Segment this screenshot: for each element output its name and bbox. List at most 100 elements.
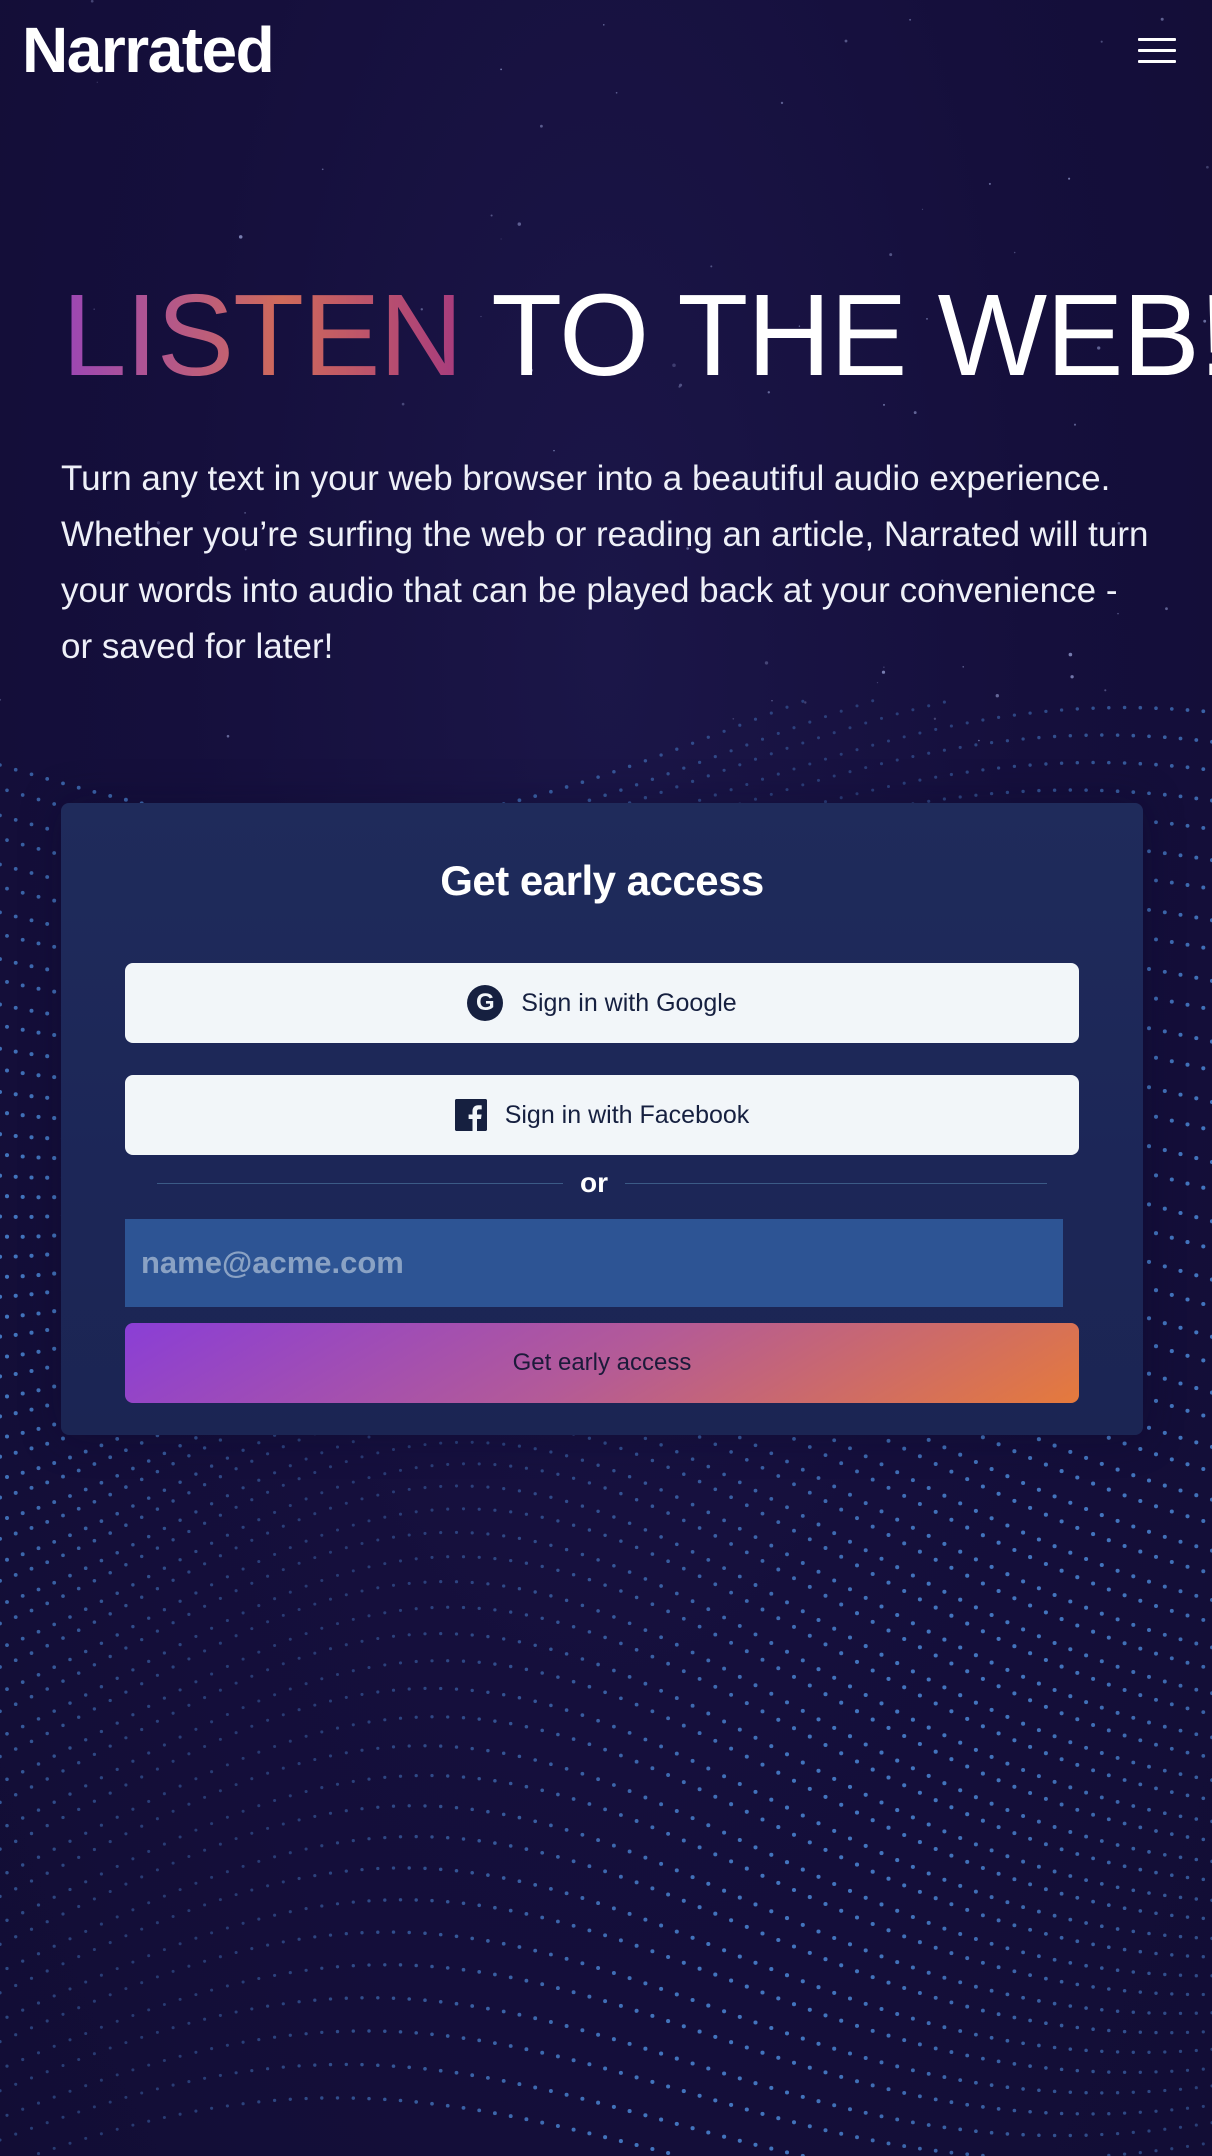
hamburger-menu-icon[interactable]: [1138, 34, 1176, 64]
wave-dot: [383, 1718, 387, 1722]
wave-dot: [910, 1815, 915, 1820]
wave-dot: [376, 1996, 380, 2000]
wave-dot: [5, 1777, 9, 1782]
wave-dot: [832, 1626, 837, 1631]
wave-dot: [1012, 2062, 1017, 2066]
wave-dot: [20, 1113, 25, 1118]
star-dot: [1104, 689, 1107, 692]
wave-dot: [1075, 1670, 1080, 1675]
wave-dot: [879, 1604, 884, 1609]
wave-dot: [45, 1480, 50, 1485]
wave-dot: [1169, 940, 1174, 944]
wave-dot: [13, 1174, 18, 1179]
wave-dot: [266, 1826, 270, 1830]
wave-dot: [1170, 2108, 1174, 2112]
wave-dot: [1012, 713, 1017, 717]
wave-dot: [855, 704, 859, 708]
email-field[interactable]: [125, 1219, 1063, 1307]
wave-dot: [297, 1876, 301, 1881]
wave-dot: [1106, 1635, 1111, 1640]
wave-dot: [288, 1546, 292, 1550]
wave-dot: [21, 1863, 25, 1867]
wave-dot: [250, 1831, 254, 1835]
wave-dot: [666, 2084, 671, 2089]
wave-dot: [1185, 1793, 1190, 1798]
wave-dot: [785, 788, 789, 792]
wave-dot: [0, 1334, 3, 1339]
logo[interactable]: Narrated: [22, 10, 275, 90]
wave-dot: [155, 2087, 159, 2091]
wave-dot: [52, 1384, 57, 1389]
wave-dot: [713, 1738, 718, 1743]
google-signin-button[interactable]: G Sign in with Google: [125, 963, 1079, 1043]
wave-dot: [917, 1454, 922, 1459]
wave-dot: [1059, 2111, 1064, 2116]
wave-dot: [650, 2079, 655, 2084]
wave-dot: [659, 1488, 663, 1492]
wave-dot: [564, 1708, 569, 1712]
wave-dot: [29, 1368, 34, 1374]
wave-dot: [1194, 1544, 1199, 1549]
wave-dot: [753, 757, 758, 761]
wave-dot: [351, 1523, 355, 1527]
wave-dot: [722, 2009, 727, 2014]
wave-dot: [760, 777, 765, 781]
wave-dot: [596, 1662, 600, 1667]
wave-dot: [902, 1832, 907, 1838]
wave-dot: [989, 2083, 994, 2087]
wave-dot: [257, 1976, 261, 1981]
wave-dot: [1163, 2088, 1167, 2093]
wave-dot: [760, 1709, 765, 1714]
wave-dot: [0, 1002, 2, 1007]
wave-dot: [218, 1737, 222, 1741]
wave-dot: [760, 2111, 765, 2116]
wave-dot: [1146, 1259, 1152, 1264]
facebook-signin-button[interactable]: Sign in with Facebook: [125, 1075, 1079, 1155]
wave-dot: [423, 1686, 427, 1691]
wave-dot: [949, 2000, 954, 2005]
wave-dot: [1043, 1751, 1048, 1756]
wave-dot: [1100, 2049, 1104, 2054]
wave-dot: [1099, 1882, 1104, 1886]
wave-dot: [729, 1590, 734, 1595]
wave-dot: [1122, 2111, 1127, 2115]
wave-dot: [1201, 1413, 1206, 1418]
wave-dot: [1059, 2067, 1064, 2072]
wave-dot: [839, 1802, 844, 1807]
wave-dot: [1162, 1029, 1167, 1034]
wave-dot: [461, 1716, 466, 1720]
wave-dot: [1147, 907, 1151, 912]
wave-dot: [1131, 1574, 1136, 1579]
star-dot: [226, 734, 230, 738]
wave-dot: [540, 1616, 544, 1621]
wave-dot: [423, 1931, 427, 1936]
wave-dot: [618, 1813, 623, 1817]
wave-dot: [4, 1153, 10, 1158]
wave-dot: [580, 1961, 585, 1966]
early-access-card: Get early access G Sign in with Google S…: [61, 803, 1143, 1435]
wave-dot: [501, 1692, 506, 1697]
wave-dot: [1028, 2018, 1032, 2023]
wave-dot: [634, 1759, 639, 1764]
wave-dot: [20, 1636, 25, 1641]
wave-dot: [13, 767, 18, 772]
wave-dot: [1131, 1622, 1136, 1627]
wave-dot: [367, 1720, 371, 1724]
wave-dot: [1194, 1732, 1199, 1737]
wave-dot: [791, 1726, 797, 1731]
wave-dot: [13, 1293, 18, 1298]
wave-dot: [816, 1667, 821, 1672]
wave-dot: [273, 1471, 277, 1475]
wave-dot: [690, 1703, 695, 1708]
wave-dot: [147, 1704, 151, 1709]
wave-dot: [784, 1700, 790, 1705]
wave-dot: [178, 1688, 182, 1692]
wave-dot: [650, 1949, 655, 1954]
get-early-access-button[interactable]: Get early access: [125, 1323, 1079, 1403]
wave-dot: [5, 1643, 9, 1647]
wave-dot: [1107, 2028, 1111, 2033]
wave-dot: [886, 1980, 891, 1985]
wave-dot: [1146, 1144, 1152, 1149]
wave-dot: [140, 1875, 144, 1879]
wave-dot: [643, 1681, 648, 1686]
